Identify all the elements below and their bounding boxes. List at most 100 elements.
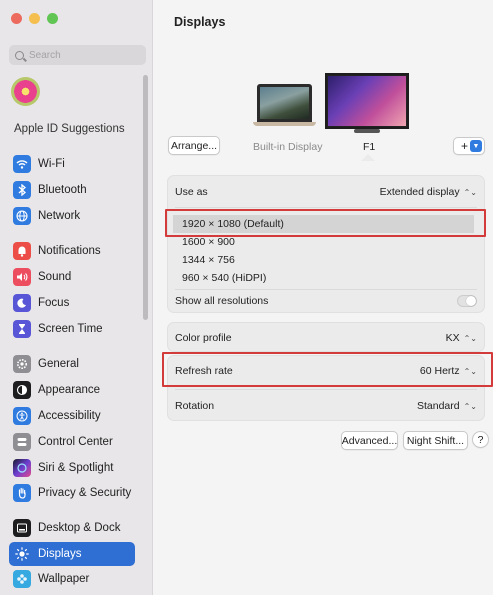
use-as-value: Extended display: [379, 186, 460, 198]
sidebar-item-control-center[interactable]: Control Center: [9, 430, 135, 454]
siri-icon: [13, 459, 31, 477]
f1-display-tab[interactable]: F1: [363, 141, 375, 153]
selected-tab-notch: [361, 154, 375, 161]
bluetooth-icon: [13, 181, 31, 199]
control-center-icon: [13, 433, 31, 451]
search-placeholder: Search: [29, 49, 61, 61]
wifi-icon: [13, 155, 31, 173]
refresh-rotation-card: Refresh rate 60 Hertz ⌃⌄ Rotation Standa…: [167, 355, 485, 421]
rotation-popup[interactable]: Standard ⌃⌄: [417, 400, 477, 412]
resolution-option[interactable]: 1920 × 1080 (Default): [173, 215, 474, 233]
sidebar-item-displays[interactable]: Displays: [9, 542, 135, 566]
show-all-label: Show all resolutions: [175, 295, 269, 307]
resolution-option[interactable]: 1344 × 756: [168, 251, 484, 269]
divider: [175, 389, 477, 390]
plus-label: +: [461, 139, 469, 153]
zoom-button[interactable]: [47, 13, 58, 24]
sidebar-item-label: Sound: [38, 271, 72, 283]
gear-icon: [13, 355, 31, 373]
sidebar-item-privacy-security[interactable]: Privacy & Security: [9, 481, 135, 505]
minimize-button[interactable]: [29, 13, 40, 24]
sidebar-item-general[interactable]: General: [9, 352, 135, 376]
sidebar-item-wifi[interactable]: Wi-Fi: [9, 152, 135, 176]
sidebar-item-label: Appearance: [38, 384, 101, 396]
sidebar-item-label: Siri & Spotlight: [38, 462, 114, 474]
sidebar-item-network[interactable]: Network: [9, 204, 135, 228]
sidebar-item-label: Focus: [38, 297, 70, 309]
color-profile-value: KX: [445, 332, 460, 344]
use-as-label: Use as: [175, 186, 208, 198]
close-button[interactable]: [11, 13, 22, 24]
sidebar-item-label: Wallpaper: [38, 573, 90, 585]
globe-icon: [13, 207, 31, 225]
sidebar-item-appearance[interactable]: Appearance: [9, 378, 135, 402]
sidebar-item-label: Screen Time: [38, 323, 103, 335]
add-display-menu[interactable]: + ▼: [453, 137, 485, 155]
builtin-display-thumbnail[interactable]: [253, 84, 316, 126]
search-input[interactable]: Search: [9, 45, 146, 65]
resolution-card: Use as Extended display ⌃⌄ 1920 × 1080 (…: [167, 175, 485, 313]
main-panel: Displays Arrange... Built-in Display F1 …: [154, 0, 493, 595]
builtin-display-tab[interactable]: Built-in Display: [253, 141, 322, 153]
refresh-rate-label: Refresh rate: [175, 365, 233, 377]
night-shift-button[interactable]: Night Shift...: [403, 431, 468, 450]
color-profile-popup[interactable]: KX ⌃⌄: [446, 332, 477, 344]
use-as-row[interactable]: Use as Extended display ⌃⌄: [168, 183, 484, 201]
chevron-updown-icon: ⌃⌄: [463, 187, 477, 197]
wallpaper-icon: [13, 570, 31, 588]
sidebar-item-label: Wi-Fi: [38, 158, 65, 170]
use-as-popup[interactable]: Extended display ⌃⌄: [380, 186, 477, 198]
rotation-row[interactable]: Rotation Standard ⌃⌄: [168, 397, 484, 415]
page-title: Displays: [174, 15, 226, 29]
sidebar-item-sound[interactable]: Sound: [9, 265, 135, 289]
sidebar-item-notifications[interactable]: Notifications: [9, 239, 135, 263]
resolution-option[interactable]: 1600 × 900: [168, 233, 484, 251]
sidebar-item-siri-spotlight[interactable]: Siri & Spotlight: [9, 456, 135, 480]
sidebar-item-label: Privacy & Security: [38, 487, 132, 499]
sidebar: Search Apple ID Suggestions Wi-Fi Blueto…: [0, 0, 153, 595]
apple-id-suggestions[interactable]: Apple ID Suggestions: [14, 123, 125, 135]
color-profile-row[interactable]: Color profile KX ⌃⌄: [168, 329, 484, 347]
sidebar-item-label: General: [38, 358, 79, 370]
avatar[interactable]: [11, 77, 40, 106]
appearance-icon: [13, 381, 31, 399]
sun-icon: [13, 545, 31, 563]
hand-icon: [13, 484, 31, 502]
sidebar-item-label: Accessibility: [38, 410, 101, 422]
refresh-rate-popup[interactable]: 60 Hertz ⌃⌄: [420, 365, 477, 377]
divider: [175, 207, 477, 208]
color-profile-label: Color profile: [175, 332, 232, 344]
chevron-updown-icon: ⌃⌄: [463, 333, 477, 343]
show-all-resolutions-row: Show all resolutions: [168, 292, 484, 310]
refresh-rate-value: 60 Hertz: [419, 365, 460, 377]
sidebar-scrollbar[interactable]: [143, 75, 148, 320]
sidebar-item-label: Control Center: [38, 436, 113, 448]
sidebar-item-desktop-dock[interactable]: Desktop & Dock: [9, 516, 135, 540]
chevron-down-icon: ▼: [470, 140, 482, 152]
arrange-button[interactable]: Arrange...: [168, 136, 220, 155]
moon-icon: [13, 294, 31, 312]
f1-display-thumbnail[interactable]: [325, 73, 409, 133]
search-icon: [15, 50, 24, 60]
resolution-option[interactable]: 960 × 540 (HiDPI): [168, 269, 484, 287]
sidebar-item-accessibility[interactable]: Accessibility: [9, 404, 135, 428]
dock-icon: [13, 519, 31, 537]
advanced-button[interactable]: Advanced...: [341, 431, 398, 450]
hourglass-icon: [13, 320, 31, 338]
sidebar-item-focus[interactable]: Focus: [9, 291, 135, 315]
rotation-label: Rotation: [175, 400, 215, 412]
rotation-value: Standard: [416, 400, 460, 412]
sidebar-item-wallpaper[interactable]: Wallpaper: [9, 567, 135, 591]
divider: [175, 289, 477, 290]
show-all-toggle[interactable]: [457, 295, 477, 307]
color-profile-card: Color profile KX ⌃⌄: [167, 322, 485, 352]
bell-icon: [13, 242, 31, 260]
sidebar-item-screen-time[interactable]: Screen Time: [9, 317, 135, 341]
sidebar-item-label: Desktop & Dock: [38, 522, 121, 534]
help-button[interactable]: ?: [472, 431, 489, 448]
sidebar-item-bluetooth[interactable]: Bluetooth: [9, 178, 135, 202]
refresh-rate-row[interactable]: Refresh rate 60 Hertz ⌃⌄: [168, 362, 484, 380]
chevron-updown-icon: ⌃⌄: [463, 401, 477, 411]
accessibility-icon: [13, 407, 31, 425]
window-controls: [11, 13, 58, 24]
